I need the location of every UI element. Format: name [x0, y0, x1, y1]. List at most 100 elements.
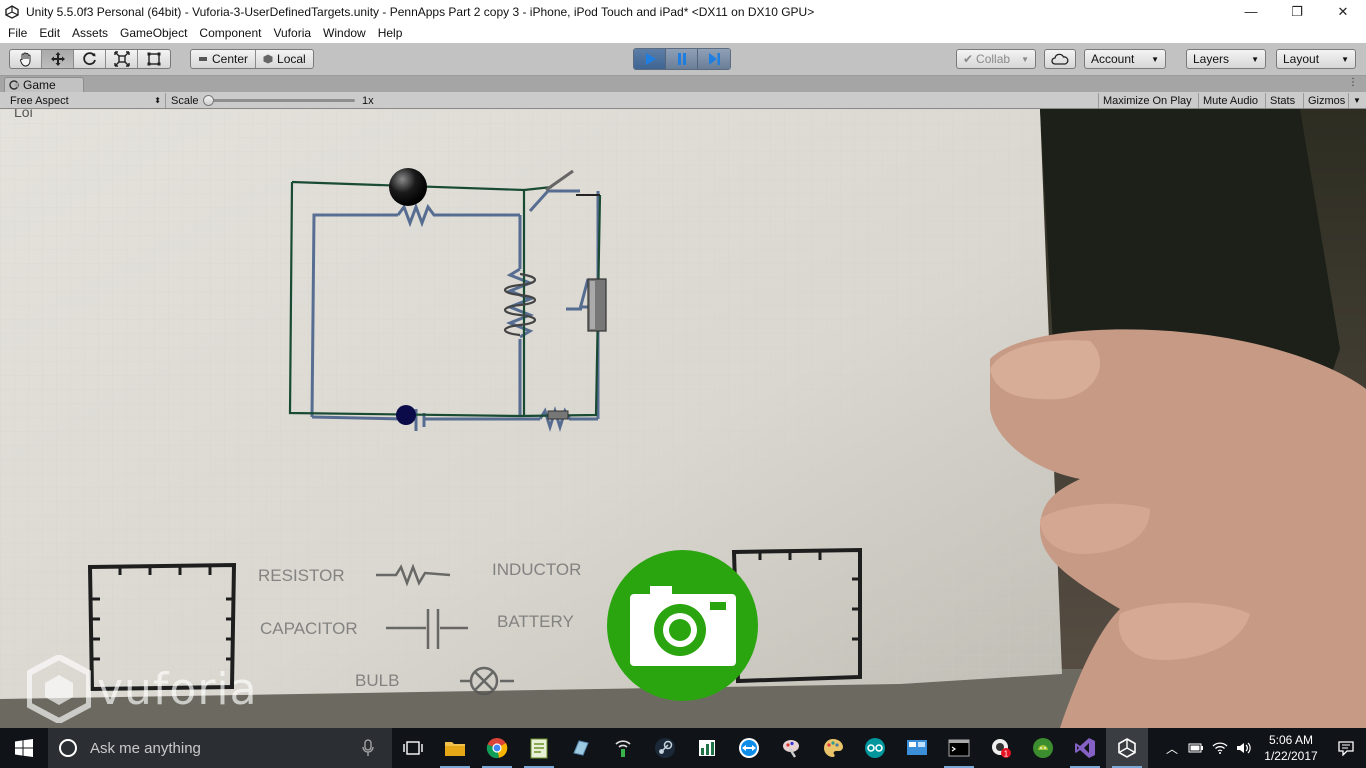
- menu-component[interactable]: Component: [195, 26, 269, 40]
- pivot-local-button[interactable]: Local: [256, 50, 313, 68]
- cloud-button[interactable]: [1044, 49, 1076, 69]
- tray-chevron-icon[interactable]: ︿: [1160, 728, 1184, 768]
- local-cube-icon: [263, 54, 273, 64]
- terminal-button[interactable]: [938, 728, 980, 768]
- maximize-button[interactable]: ❐: [1274, 0, 1320, 23]
- palette-button[interactable]: [812, 728, 854, 768]
- account-dropdown[interactable]: Account ▼: [1084, 49, 1166, 69]
- layout-caret-icon: ▼: [1341, 54, 1349, 64]
- collab-dropdown[interactable]: ✔ Collab ▼: [956, 49, 1036, 69]
- system-tray: ︿ 5:06 AM 1/22/2017: [1160, 728, 1366, 768]
- notepad-icon: [530, 738, 548, 759]
- playback-controls: [633, 48, 731, 70]
- arduino-button[interactable]: [854, 728, 896, 768]
- clock-date: 1/22/2017: [1264, 749, 1318, 763]
- scale-slider-thumb[interactable]: [203, 95, 214, 106]
- play-button[interactable]: [634, 49, 666, 69]
- pivot-toggles: Center Local: [190, 49, 314, 69]
- task-view-icon: [403, 741, 423, 755]
- android-button[interactable]: [1022, 728, 1064, 768]
- move-tool-button[interactable]: [42, 50, 74, 68]
- app-icon: [573, 740, 589, 756]
- pivot-center-label: Center: [212, 52, 249, 66]
- paint-button[interactable]: [770, 728, 812, 768]
- spreadsheet-button[interactable]: [686, 728, 728, 768]
- maximize-on-play-toggle[interactable]: Maximize On Play: [1098, 93, 1196, 108]
- minimize-button[interactable]: —: [1228, 0, 1274, 23]
- layers-dropdown[interactable]: Layers ▼: [1186, 49, 1266, 69]
- unity-button[interactable]: [1106, 728, 1148, 768]
- layout-dropdown[interactable]: Layout ▼: [1276, 49, 1356, 69]
- app-button[interactable]: [560, 728, 602, 768]
- file-explorer-button[interactable]: [434, 728, 476, 768]
- menu-assets[interactable]: Assets: [68, 26, 116, 40]
- scale-slider-track[interactable]: [207, 99, 355, 102]
- menu-help[interactable]: Help: [374, 26, 411, 40]
- arduino-icon: [865, 738, 885, 758]
- clock-time: 5:06 AM: [1268, 733, 1314, 747]
- battery-icon[interactable]: [1184, 728, 1208, 768]
- aspect-label: Free Aspect: [10, 94, 69, 107]
- scale-tool-button[interactable]: [106, 50, 138, 68]
- step-button[interactable]: [698, 49, 730, 69]
- pause-button[interactable]: [666, 49, 698, 69]
- notepad-button[interactable]: [518, 728, 560, 768]
- menu-edit[interactable]: Edit: [35, 26, 68, 40]
- close-button[interactable]: ✕: [1320, 0, 1366, 23]
- gizmos-toggle[interactable]: Gizmos: [1303, 93, 1349, 108]
- chrome-button[interactable]: [476, 728, 518, 768]
- layers-caret-icon: ▼: [1251, 54, 1259, 64]
- rotate-icon: [82, 52, 96, 66]
- window-title: Unity 5.5.0f3 Personal (64bit) - Vuforia…: [26, 4, 815, 19]
- menu-gameobject[interactable]: GameObject: [116, 26, 195, 40]
- microphone-icon[interactable]: [362, 739, 374, 757]
- capture-target-button[interactable]: [607, 550, 758, 701]
- game-view-toolbar: Free Aspect ⬍ Scale 1x Maximize On Play …: [0, 92, 1366, 109]
- start-button[interactable]: [0, 728, 48, 768]
- game-tab-icon: [9, 80, 19, 90]
- visual-studio-button[interactable]: [1064, 728, 1106, 768]
- pivot-center-button[interactable]: Center: [191, 50, 257, 68]
- badge-app-button[interactable]: 1: [980, 728, 1022, 768]
- gizmos-caret-icon[interactable]: ▼: [1348, 93, 1365, 108]
- visual-studio-icon: [1075, 738, 1095, 758]
- notification-icon: [1338, 741, 1354, 756]
- rect-tool-button[interactable]: [138, 50, 170, 68]
- wifi-icon[interactable]: [1208, 728, 1232, 768]
- task-view-button[interactable]: [392, 728, 434, 768]
- unity-icon: [1118, 738, 1136, 758]
- camera-icon: [629, 585, 736, 666]
- menu-file[interactable]: File: [4, 26, 35, 40]
- rotate-tool-button[interactable]: [74, 50, 106, 68]
- unity-logo-icon: [4, 4, 20, 20]
- account-label: Account: [1091, 52, 1135, 66]
- legend-resistor: RESISTOR: [258, 566, 345, 585]
- vuforia-watermark: vuforia: [27, 655, 258, 723]
- teamviewer-button[interactable]: [728, 728, 770, 768]
- menu-vuforia[interactable]: Vuforia: [269, 26, 319, 40]
- network-app-button[interactable]: [602, 728, 644, 768]
- game-view[interactable]: Loi RESISTOR INDUCTOR CAPACITOR BATTERY …: [0, 109, 1366, 728]
- collab-caret-icon: ▼: [1021, 54, 1029, 64]
- steam-button[interactable]: [644, 728, 686, 768]
- volume-icon[interactable]: [1232, 728, 1256, 768]
- stats-toggle[interactable]: Stats: [1265, 93, 1299, 108]
- panel-tab-strip: Game ⋮: [0, 76, 1366, 92]
- system-clock[interactable]: 5:06 AM 1/22/2017: [1256, 732, 1326, 764]
- mute-audio-toggle[interactable]: Mute Audio: [1198, 93, 1262, 108]
- legend-inductor: INDUCTOR: [492, 560, 581, 579]
- aspect-dropdown[interactable]: Free Aspect ⬍: [4, 93, 166, 108]
- hand-icon: [19, 52, 30, 67]
- menu-window[interactable]: Window: [319, 26, 374, 40]
- main-toolbar: Center Local ✔ Collab ▼ Account ▼ Layers…: [0, 43, 1366, 76]
- step-icon: [709, 53, 720, 65]
- panel-menu-icon[interactable]: ⋮: [1348, 77, 1358, 88]
- hand-tool-button[interactable]: [10, 50, 42, 68]
- action-center-button[interactable]: [1326, 740, 1366, 756]
- cortana-search-box[interactable]: Ask me anything: [48, 728, 392, 768]
- windows-logo-icon: [15, 739, 33, 757]
- control-panel-button[interactable]: [896, 728, 938, 768]
- cortana-icon: [59, 739, 77, 757]
- cloud-icon: [1051, 53, 1069, 65]
- tab-game[interactable]: Game: [4, 77, 84, 92]
